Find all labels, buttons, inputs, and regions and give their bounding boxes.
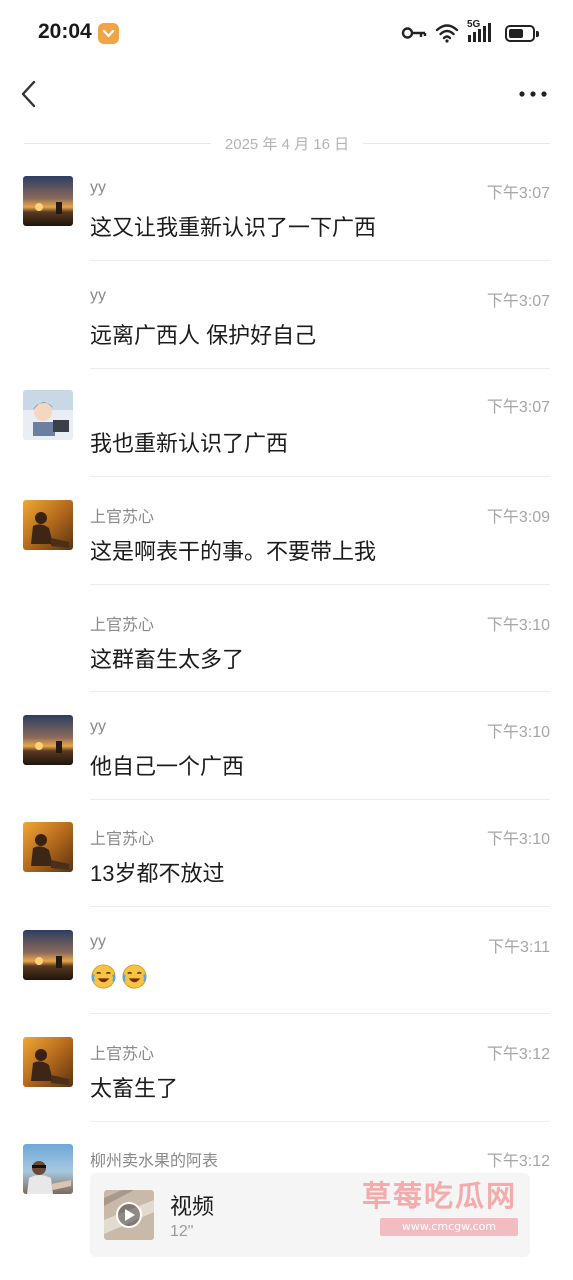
laughing-crying-emoji (122, 964, 147, 989)
message-text[interactable]: 远离广西人 保护好自己 (90, 318, 316, 350)
avatar[interactable] (23, 822, 73, 872)
sender-name: 柳州卖水果的阿表 (90, 1153, 219, 1170)
divider (363, 142, 551, 144)
video-thumbnail[interactable] (104, 1190, 154, 1240)
divider (90, 1013, 550, 1014)
watermark-url: www.cmcgw.com (380, 1218, 518, 1236)
watermark-title: 草莓吃瓜网 (362, 1181, 518, 1213)
sender-name: yy (90, 287, 106, 304)
app-badge-icon (98, 23, 119, 44)
message-time: 下午3:12 (486, 1046, 550, 1063)
avatar[interactable] (23, 1037, 73, 1087)
sender-name: 上官苏心 (90, 831, 155, 848)
divider (90, 799, 550, 800)
sender-name: 上官苏心 (90, 1046, 155, 1063)
watermark: 草莓吃瓜网 www.cmcgw.com (350, 1165, 550, 1245)
status-icons: 5G (401, 19, 539, 45)
laughing-crying-emoji (91, 964, 116, 989)
message-time: 下午3:07 (486, 293, 550, 310)
date-label: 2025 年 4 月 16 日 (224, 135, 350, 153)
sender-name: 上官苏心 (90, 509, 155, 526)
avatar[interactable] (23, 1144, 73, 1194)
wifi-icon (435, 24, 459, 43)
message-text[interactable]: 这群畜生太多了 (90, 642, 244, 674)
sender-name: yy (90, 933, 106, 950)
message-text[interactable]: 我也重新认识了广西 (90, 426, 288, 458)
divider (90, 1121, 550, 1122)
sender-name: yy (90, 718, 106, 735)
message-text[interactable]: 他自己一个广西 (90, 749, 244, 781)
video-label: 视频 (170, 1194, 215, 1219)
chevron-left-icon[interactable] (14, 76, 44, 112)
date-separator: 2025 年 4 月 16 日 (24, 131, 551, 155)
divider (90, 584, 550, 585)
message-time: 下午3:11 (488, 939, 550, 956)
message-text[interactable]: 13岁都不放过 (90, 856, 224, 888)
sender-name: 上官苏心 (90, 617, 155, 634)
message-time: 下午3:09 (486, 509, 550, 526)
avatar[interactable] (23, 390, 73, 440)
divider (90, 906, 550, 907)
divider (24, 142, 211, 144)
message-time: 下午3:10 (486, 831, 550, 848)
message-time: 下午3:10 (486, 617, 550, 634)
message-text[interactable]: 这是啊表干的事。不要带上我 (90, 534, 376, 566)
divider (90, 260, 550, 261)
message-time: 下午3:07 (486, 185, 550, 202)
message-emojis[interactable] (90, 962, 152, 990)
divider (90, 691, 550, 692)
avatar[interactable] (23, 500, 73, 550)
avatar[interactable] (23, 715, 73, 765)
message-text[interactable]: 这又让我重新认识了一下广西 (90, 210, 376, 242)
avatar[interactable] (23, 930, 73, 980)
battery-icon (505, 24, 539, 42)
message-time: 下午3:10 (486, 724, 550, 741)
more-dots-icon[interactable] (519, 90, 547, 98)
signal-icon: 5G (467, 19, 497, 44)
avatar[interactable] (23, 176, 73, 226)
chat-header (0, 66, 573, 122)
message-text[interactable]: 太畜生了 (90, 1071, 178, 1103)
sender-name: yy (90, 179, 106, 196)
status-bar: 20:04 5G (0, 0, 573, 66)
key-icon (401, 27, 427, 39)
video-duration: 12" (170, 1223, 194, 1240)
message-time: 下午3:07 (486, 399, 550, 416)
divider (90, 368, 550, 369)
divider (90, 476, 550, 477)
clock: 20:04 (38, 20, 92, 43)
